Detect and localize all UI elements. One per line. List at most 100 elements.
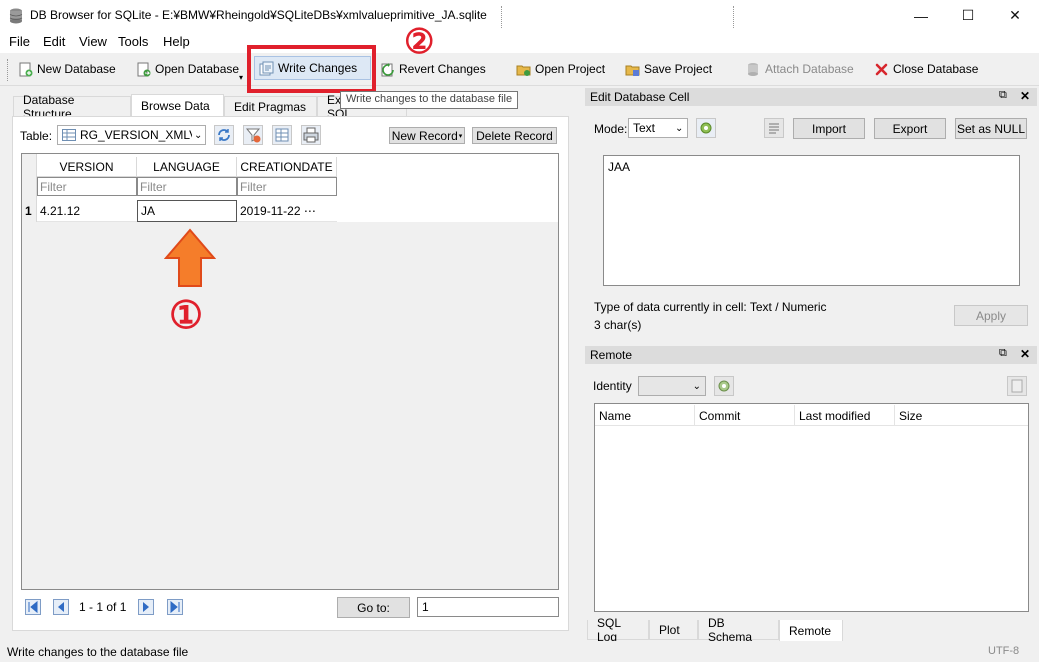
identity-select[interactable]: ⌄ (638, 376, 706, 396)
push-database-button[interactable] (1007, 376, 1027, 396)
toolbar-separator (733, 6, 734, 28)
import-button[interactable]: Import (793, 118, 865, 139)
up-arrow-annotation-icon (164, 228, 216, 287)
close-dock-icon[interactable]: ✕ (1020, 347, 1030, 361)
go-to-input[interactable]: 1 (417, 597, 559, 617)
table-select-value: RG_VERSION_XMLV/ (80, 128, 192, 142)
table-icon (62, 129, 76, 141)
chevron-down-icon: ⌄ (692, 380, 701, 392)
last-page-icon (167, 599, 183, 615)
tab-sql-log[interactable]: SQL Log (587, 616, 649, 644)
open-database-button[interactable]: Open Database (132, 57, 243, 81)
tab-remote[interactable]: Remote (779, 620, 843, 642)
attach-database-label: Attach Database (765, 62, 854, 76)
table-label: Table: (20, 129, 53, 143)
database-app-icon (9, 8, 23, 24)
window-title: DB Browser for SQLite - E:¥BMW¥Rheingold… (30, 8, 487, 22)
first-page-button[interactable] (24, 598, 42, 616)
status-bar: Write changes to the database file UTF-8 (0, 641, 1039, 662)
remote-column-commit[interactable]: Commit (699, 409, 740, 423)
cell-version[interactable]: 4.21.12 (37, 200, 137, 222)
first-page-icon (25, 599, 41, 615)
table-select[interactable]: RG_VERSION_XMLV/ ⌄ (57, 125, 206, 145)
column-divider (894, 405, 895, 425)
word-wrap-button[interactable] (764, 118, 784, 138)
close-database-label: Close Database (893, 62, 979, 76)
column-header-creationdate[interactable]: CREATIONDATE (237, 157, 337, 177)
cell-editor-textarea[interactable]: JAA (603, 155, 1020, 286)
mode-label: Mode: (594, 122, 628, 136)
open-project-label: Open Project (535, 62, 606, 76)
auto-switch-mode-button[interactable] (696, 118, 716, 138)
menu-help[interactable]: Help (163, 34, 190, 49)
edit-cell-dock-title: Edit Database Cell (585, 88, 1037, 106)
set-null-button[interactable]: Set as NULL (955, 118, 1027, 139)
revert-changes-button[interactable]: Revert Changes (376, 57, 490, 81)
filter-creationdate-input[interactable]: Filter (237, 177, 337, 196)
new-database-button[interactable]: New Database (14, 57, 120, 81)
menu-tools[interactable]: Tools (118, 34, 148, 49)
last-page-button[interactable] (166, 598, 184, 616)
open-project-icon (516, 65, 531, 76)
tab-database-structure[interactable]: Database Structure (13, 93, 131, 121)
float-dock-icon[interactable]: ⧉ (999, 89, 1007, 102)
new-record-button[interactable]: New Record ▾ (389, 127, 465, 144)
cell-creationdate[interactable]: 2019-11-22 ⋯ (237, 200, 337, 222)
close-window-button[interactable]: ✕ (992, 0, 1038, 31)
save-project-icon (625, 65, 640, 76)
filter-version-input[interactable]: Filter (37, 177, 137, 196)
mode-select[interactable]: Text ⌄ (628, 118, 688, 138)
next-page-button[interactable] (137, 598, 155, 616)
refresh-icon (218, 129, 230, 141)
remote-column-size[interactable]: Size (899, 409, 922, 423)
apply-button[interactable]: Apply (954, 305, 1028, 326)
gear-icon (700, 122, 712, 134)
remote-column-name[interactable]: Name (599, 409, 631, 423)
menu-bar: File Edit View Tools Help (0, 31, 1039, 53)
menu-view[interactable]: View (79, 34, 107, 49)
pager-text: 1 - 1 of 1 (79, 600, 127, 614)
refresh-button[interactable] (214, 125, 234, 145)
cell-char-count: 3 char(s) (594, 318, 642, 332)
column-header-version[interactable]: VERSION (37, 157, 137, 177)
upload-icon (1011, 379, 1023, 393)
close-dock-icon[interactable]: ✕ (1020, 89, 1030, 103)
minimize-button[interactable]: — (898, 0, 944, 31)
go-to-button[interactable]: Go to: (337, 597, 410, 618)
print-button[interactable] (301, 125, 321, 145)
clear-filters-button[interactable] (243, 125, 263, 145)
save-project-label: Save Project (644, 62, 713, 76)
toolbar-separator (501, 6, 502, 28)
tab-edit-pragmas[interactable]: Edit Pragmas (224, 96, 317, 116)
tab-browse-data[interactable]: Browse Data (131, 94, 224, 116)
remote-title: Remote (590, 348, 633, 362)
open-database-dropdown-icon[interactable]: ▾ (239, 73, 243, 82)
tab-plot[interactable]: Plot (649, 620, 698, 640)
save-project-button[interactable]: Save Project (621, 57, 716, 81)
identity-settings-button[interactable] (714, 376, 734, 396)
remote-column-last-modified[interactable]: Last modified (799, 409, 870, 423)
close-database-icon (875, 63, 888, 75)
row-number[interactable]: 1 (25, 204, 32, 218)
text-align-icon (769, 123, 779, 134)
toolbar-grip (7, 59, 8, 81)
previous-page-button[interactable] (52, 598, 70, 616)
attach-database-button[interactable]: Attach Database (742, 57, 858, 81)
filter-language-input[interactable]: Filter (137, 177, 237, 196)
revert-changes-label: Revert Changes (399, 62, 486, 76)
tab-db-schema[interactable]: DB Schema (698, 616, 779, 644)
dropdown-arrow-icon: ▾ (458, 132, 463, 140)
column-header-language[interactable]: LANGUAGE (137, 157, 237, 177)
title-bar: DB Browser for SQLite - E:¥BMW¥Rheingold… (0, 0, 1039, 31)
float-dock-icon[interactable]: ⧉ (999, 347, 1007, 360)
menu-edit[interactable]: Edit (43, 34, 65, 49)
remote-dock-title: Remote (585, 346, 1037, 364)
maximize-button[interactable]: ☐ (945, 0, 991, 31)
save-table-button[interactable] (272, 125, 292, 145)
close-database-button[interactable]: Close Database (870, 57, 982, 81)
export-button[interactable]: Export (874, 118, 946, 139)
delete-record-button[interactable]: Delete Record (472, 127, 557, 144)
open-project-button[interactable]: Open Project (512, 57, 609, 81)
menu-file[interactable]: File (9, 34, 30, 49)
cell-language-selected[interactable]: JA (137, 200, 237, 222)
